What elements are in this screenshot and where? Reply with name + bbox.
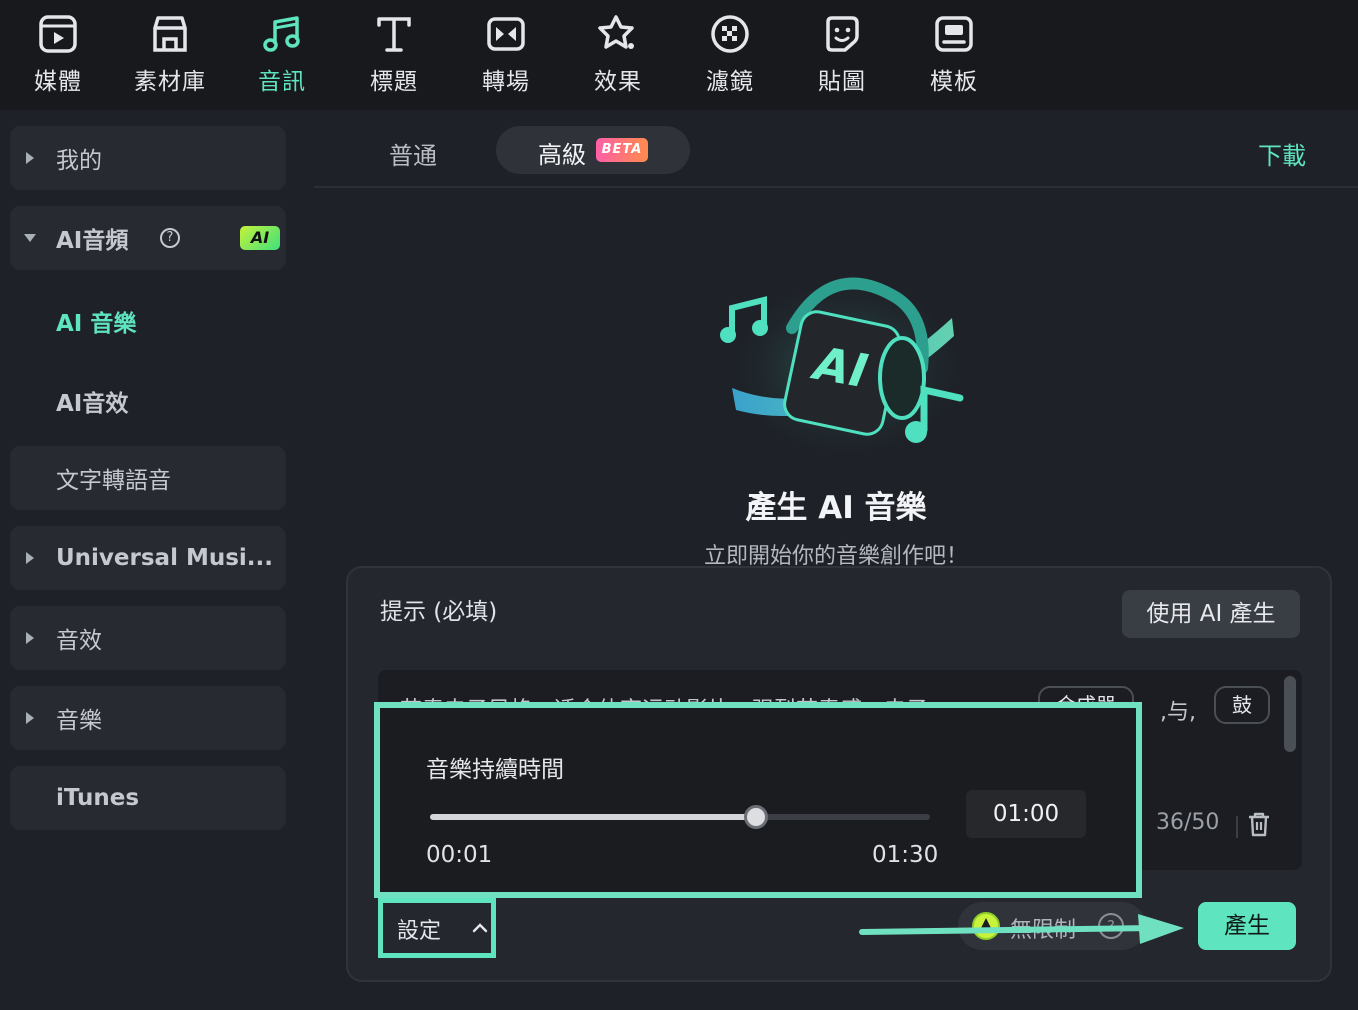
media-icon — [39, 15, 77, 53]
duration-value-field[interactable]: 01:00 — [966, 790, 1086, 838]
duration-min: 00:01 — [426, 842, 493, 868]
sidebar-item-my[interactable]: 我的 — [10, 126, 286, 190]
toolbar-transitions[interactable]: 轉場 — [460, 12, 552, 102]
use-ai-generate-button[interactable]: 使用 AI 產生 — [1122, 590, 1300, 638]
char-count: 36/50 — [1156, 810, 1220, 835]
slider-thumb[interactable] — [743, 805, 768, 829]
sidebar-item-universal[interactable]: Universal Musi... — [10, 526, 286, 590]
sidebar-item-label: iTunes — [56, 785, 140, 811]
slider-fill — [430, 814, 756, 820]
duration-popover: 音樂持續時間 00:01 01:30 01:00 — [374, 702, 1142, 898]
toolbar-label: 媒體 — [34, 69, 82, 95]
caret-down-icon — [24, 234, 36, 242]
beta-badge: BETA — [596, 138, 648, 162]
sidebar-item-sound-effects[interactable]: 音效 — [10, 606, 286, 670]
toolbar-stickers[interactable]: 貼圖 — [796, 12, 888, 102]
duration-max: 01:30 — [872, 842, 939, 868]
generate-button[interactable]: 產生 — [1198, 902, 1296, 950]
chevron-up-icon — [472, 923, 488, 933]
download-link[interactable]: 下載 — [1258, 136, 1306, 171]
trash-icon[interactable] — [1246, 810, 1272, 838]
toolbar-label: 標題 — [370, 69, 418, 95]
sidebar-item-itunes[interactable]: iTunes — [10, 766, 286, 830]
sidebar-item-label: 音效 — [56, 628, 102, 654]
help-icon[interactable]: ? — [160, 228, 180, 248]
toolbar-label: 貼圖 — [818, 69, 866, 95]
music-note-icon — [263, 16, 300, 52]
tab-normal[interactable]: 普通 — [389, 136, 437, 171]
toolbar-titles[interactable]: 標題 — [348, 12, 440, 102]
toolbar-label: 效果 — [594, 69, 642, 95]
toolbar-filters[interactable]: 濾鏡 — [684, 12, 776, 102]
toolbar-label: 模板 — [930, 69, 978, 95]
toolbar-effects[interactable]: 效果 — [572, 12, 664, 102]
toolbar-label: 音訊 — [258, 69, 306, 95]
toolbar-label: 素材庫 — [134, 69, 206, 95]
sidebar-item-label: AI音頻 — [56, 228, 129, 254]
sidebar: 我的 AI音頻 ? AI AI 音樂 AI音效 文字轉語音 Universal … — [0, 110, 314, 1010]
caret-right-icon — [26, 552, 34, 564]
sidebar-item-ai-sfx[interactable]: AI音效 — [56, 384, 128, 418]
settings-label: 設定 — [397, 919, 442, 944]
toolbar-label: 轉場 — [482, 69, 530, 95]
top-toolbar: 媒體 素材庫 音訊 標題 轉場 效果 濾鏡 貼圖 模板 — [0, 0, 1358, 110]
toolbar-templates[interactable]: 模板 — [908, 12, 1000, 102]
sidebar-item-ai-music[interactable]: AI 音樂 — [56, 304, 136, 338]
prompt-label: 提示 (必填) — [380, 599, 498, 625]
caret-right-icon — [26, 152, 34, 164]
transition-icon — [487, 17, 525, 51]
filter-icon — [711, 15, 749, 53]
hero-title: 產生 AI 音樂 — [745, 490, 927, 526]
sidebar-item-label: 文字轉語音 — [56, 468, 171, 494]
tab-advanced[interactable]: 高級 BETA — [496, 126, 690, 174]
sidebar-item-tts[interactable]: 文字轉語音 — [10, 446, 286, 510]
toolbar-stock[interactable]: 素材庫 — [124, 12, 216, 102]
sidebar-item-music[interactable]: 音樂 — [10, 686, 286, 750]
annotation-arrow-icon — [859, 914, 1184, 944]
caret-right-icon — [26, 632, 34, 644]
effects-star-icon — [598, 15, 634, 49]
stock-library-icon — [153, 16, 187, 52]
toolbar-audio[interactable]: 音訊 — [236, 12, 328, 102]
duration-slider[interactable] — [430, 805, 930, 829]
caret-right-icon — [26, 712, 34, 724]
toolbar-media[interactable]: 媒體 — [12, 12, 104, 102]
title-text-icon — [377, 17, 411, 52]
ai-headphones-illustration: AI — [717, 258, 977, 458]
divider — [1236, 816, 1238, 838]
ai-badge: AI — [240, 226, 280, 250]
scrollbar[interactable] — [1284, 676, 1296, 752]
tabs-bar: 普通 高級 BETA 下載 — [314, 110, 1358, 188]
tab-advanced-label: 高級 — [538, 141, 586, 169]
sidebar-item-ai-audio[interactable]: AI音頻 ? AI — [10, 206, 286, 270]
sidebar-item-label: 音樂 — [56, 708, 102, 734]
sidebar-item-label: 我的 — [56, 148, 102, 174]
duration-title: 音樂持續時間 — [426, 757, 564, 783]
toolbar-label: 濾鏡 — [706, 69, 754, 95]
template-icon — [935, 16, 973, 52]
settings-toggle[interactable]: 設定 — [378, 898, 496, 958]
prompt-inline-text: ,与, — [1160, 700, 1196, 725]
sidebar-item-label: Universal Musi... — [56, 545, 274, 571]
sticker-icon — [826, 16, 859, 52]
tag-chip[interactable]: 鼓 — [1214, 686, 1270, 724]
